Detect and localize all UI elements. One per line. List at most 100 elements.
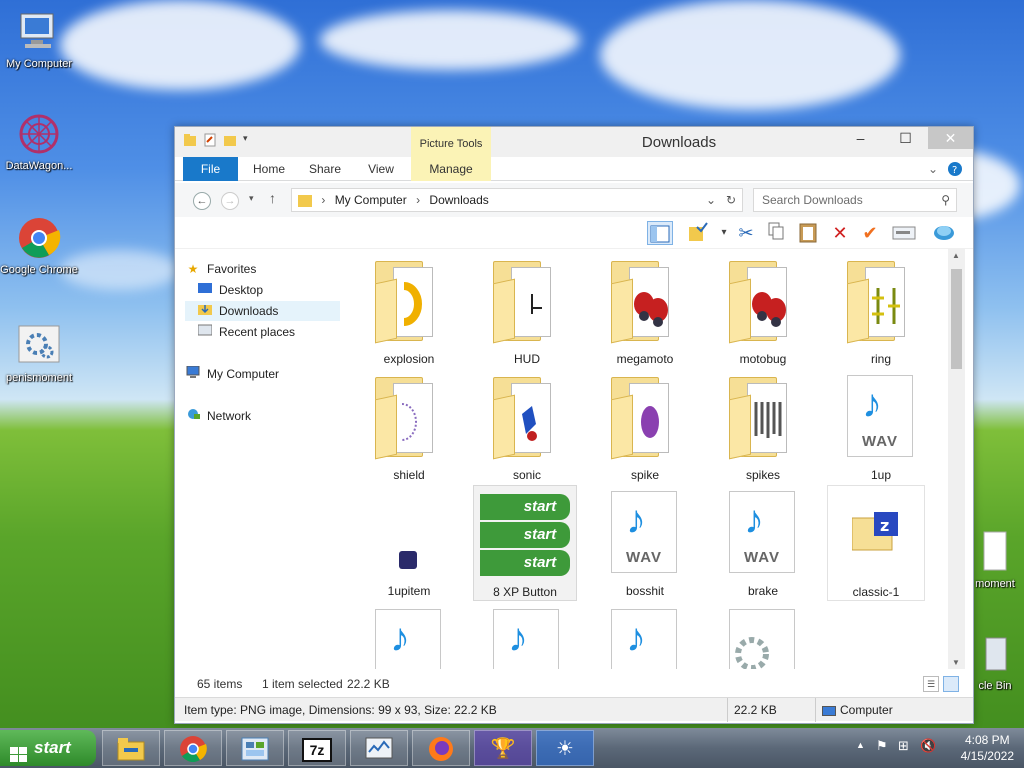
- system-tray: ▲ ⚑ ⊞ 🔇 4:08 PM 4/15/2022: [844, 728, 1024, 768]
- search-input[interactable]: Search Downloads ⚲: [753, 188, 957, 212]
- help-icon[interactable]: ?: [947, 157, 963, 181]
- file-item-spikes[interactable]: spikes: [715, 371, 811, 483]
- file-item-settings[interactable]: [715, 605, 811, 669]
- file-item-brake[interactable]: ♪ WAV brake: [715, 487, 811, 599]
- taskbar-firefox[interactable]: [412, 730, 470, 766]
- network-icon: [185, 406, 201, 426]
- file-item-shield[interactable]: shield: [361, 371, 457, 483]
- tab-manage[interactable]: Manage: [411, 157, 491, 181]
- nav-recent-places[interactable]: Recent places: [185, 322, 340, 342]
- file-name: motobug: [739, 352, 787, 366]
- checkmark-icon[interactable]: ✔: [857, 221, 883, 245]
- volume-muted-icon[interactable]: 🔇: [920, 738, 936, 754]
- tab-file[interactable]: File: [183, 157, 238, 181]
- explorer-window: ▾ Picture Tools Downloads – ☐ ✕ File Hom…: [174, 126, 974, 724]
- forward-button[interactable]: →: [221, 192, 239, 210]
- file-item-motobug[interactable]: motobug: [715, 255, 811, 367]
- breadcrumb-my-computer[interactable]: My Computer: [335, 193, 407, 207]
- computer-icon: [822, 705, 836, 716]
- desktop-icon-penismoment[interactable]: penismoment: [0, 324, 78, 385]
- tab-home[interactable]: Home: [247, 157, 291, 181]
- taskbar-7zip[interactable]: 7z: [288, 730, 346, 766]
- file-item-wav[interactable]: ♪: [479, 605, 575, 669]
- cloud: [60, 250, 180, 290]
- file-item-wav[interactable]: ♪: [361, 605, 457, 669]
- close-button[interactable]: ✕: [928, 127, 973, 149]
- taskbar-weather-app[interactable]: ☀: [536, 730, 594, 766]
- file-item-ring[interactable]: ring: [833, 255, 929, 367]
- cut-icon[interactable]: ✂: [733, 221, 759, 245]
- desktop-icon-label: Google Chrome: [0, 264, 78, 276]
- network-drive-icon[interactable]: [931, 221, 957, 245]
- desktop-icon-datawagon[interactable]: DataWagon...: [0, 112, 78, 173]
- desktop-icon-recycle-bin[interactable]: cle Bin: [966, 632, 1024, 693]
- address-box[interactable]: › My Computer › Downloads ⌄ ↻: [291, 188, 743, 212]
- scroll-up-icon[interactable]: ▲: [952, 251, 960, 260]
- large-icons-view-icon[interactable]: [943, 676, 959, 692]
- file-item-1upitem[interactable]: 1upitem: [361, 487, 457, 599]
- desktop-icon-moment[interactable]: moment: [966, 530, 1024, 591]
- taskbar-file-explorer[interactable]: [102, 730, 160, 766]
- chevron-down-icon[interactable]: ⌄: [706, 189, 716, 211]
- file-item-explosion[interactable]: explosion: [361, 255, 457, 367]
- up-arrow-icon[interactable]: ↑: [269, 190, 276, 206]
- nav-favorites[interactable]: ★ Favorites: [185, 259, 340, 279]
- file-item-classic-1[interactable]: z classic-1: [827, 485, 925, 601]
- nav-label: Network: [207, 409, 252, 423]
- folder-icon: [493, 377, 559, 460]
- file-name: spike: [630, 468, 659, 482]
- back-button[interactable]: ←: [193, 192, 211, 210]
- custom-toolbar: ▾ ✂ ✕ ✔: [175, 217, 973, 249]
- show-hidden-icons-icon[interactable]: ▲: [856, 740, 865, 750]
- recent-locations-icon[interactable]: ▾: [249, 193, 254, 204]
- minimize-button[interactable]: –: [838, 127, 883, 149]
- taskbar-trophy-app[interactable]: 🏆: [474, 730, 532, 766]
- file-item-wav[interactable]: ♪: [597, 605, 693, 669]
- maximize-button[interactable]: ☐: [883, 127, 928, 149]
- file-item-spike[interactable]: spike: [597, 371, 693, 483]
- collapse-ribbon-icon[interactable]: ⌄: [925, 157, 941, 181]
- taskbar-control-panel[interactable]: [226, 730, 284, 766]
- refresh-icon[interactable]: ↻: [726, 189, 736, 211]
- preview-pane-icon[interactable]: [647, 221, 673, 245]
- folder-icon: [375, 261, 441, 344]
- taskbar-task-manager[interactable]: [350, 730, 408, 766]
- network-status-icon[interactable]: ⊞: [898, 738, 909, 754]
- file-list: explosion HUD megamoto motobug ring shie…: [355, 249, 955, 669]
- action-center-flag-icon[interactable]: ⚑: [876, 738, 888, 754]
- desktop-icon-google-chrome[interactable]: Google Chrome: [0, 216, 78, 277]
- start-button[interactable]: start: [0, 730, 96, 766]
- taskbar-chrome[interactable]: [164, 730, 222, 766]
- desktop-icon-my-computer[interactable]: My Computer: [0, 10, 78, 71]
- paste-icon[interactable]: [795, 221, 821, 245]
- details-view-icon[interactable]: ☰: [923, 676, 939, 692]
- tab-share[interactable]: Share: [303, 157, 347, 181]
- nav-downloads[interactable]: Downloads: [185, 301, 340, 321]
- trophy-icon: 🏆: [490, 738, 516, 760]
- computer-icon: [17, 10, 61, 54]
- clock[interactable]: 4:08 PM 4/15/2022: [961, 732, 1014, 764]
- computer-icon: [185, 364, 201, 384]
- file-name: shield: [393, 468, 425, 482]
- file-item-sonic[interactable]: sonic: [479, 371, 575, 483]
- vertical-scrollbar[interactable]: ▲ ▼: [948, 249, 965, 669]
- folder-check-icon[interactable]: [685, 221, 711, 245]
- file-size: 22.2 KB: [727, 698, 777, 722]
- file-item-hud[interactable]: HUD: [479, 255, 575, 367]
- nav-network[interactable]: Network: [185, 406, 340, 426]
- file-item-bosshit[interactable]: ♪ WAV bosshit: [597, 487, 693, 599]
- rename-icon[interactable]: [891, 221, 917, 245]
- nav-desktop[interactable]: Desktop: [185, 280, 340, 300]
- delete-icon[interactable]: ✕: [827, 221, 853, 245]
- title-bar[interactable]: ▾ Picture Tools Downloads – ☐ ✕: [175, 127, 973, 157]
- nav-my-computer[interactable]: My Computer: [185, 364, 340, 384]
- file-item-1up[interactable]: ♪ WAV 1up: [833, 371, 929, 483]
- copy-icon[interactable]: [763, 221, 789, 245]
- file-item-8-xp-button[interactable]: start start start 8 XP Button: [473, 485, 577, 601]
- file-item-megamoto[interactable]: megamoto: [597, 255, 693, 367]
- tab-view[interactable]: View: [359, 157, 403, 181]
- breadcrumb-downloads[interactable]: Downloads: [429, 193, 488, 207]
- search-icon[interactable]: ⚲: [941, 189, 950, 211]
- scroll-thumb[interactable]: [951, 269, 962, 369]
- scroll-down-icon[interactable]: ▼: [952, 658, 960, 667]
